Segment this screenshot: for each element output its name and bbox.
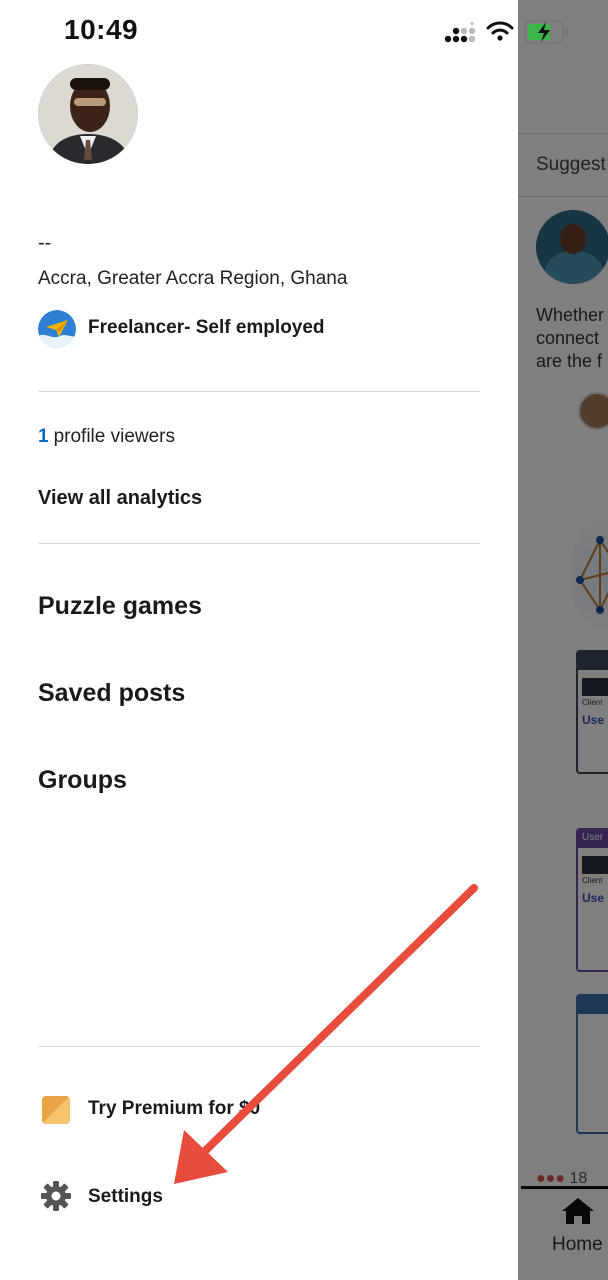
- profile-headline: --: [38, 232, 52, 254]
- menu-item-groups[interactable]: Groups: [38, 766, 127, 795]
- menu-item-puzzle-games[interactable]: Puzzle games: [38, 592, 202, 621]
- profile-viewers-count: 1: [38, 426, 49, 447]
- status-time: 10:49: [64, 14, 139, 45]
- profile-drawer: 10:49 -- Accra, Greater Accra Region, Gh…: [0, 0, 518, 1280]
- try-premium-link[interactable]: Try Premium for $0: [88, 1098, 260, 1120]
- section-divider: [38, 1046, 480, 1047]
- view-all-analytics-link[interactable]: View all analytics: [38, 487, 202, 510]
- cellular-signal-icon: [444, 22, 476, 43]
- profile-location: Accra, Greater Accra Region, Ghana: [38, 268, 348, 289]
- premium-icon: [42, 1096, 70, 1124]
- drawer-scrim[interactable]: [518, 0, 608, 1280]
- settings-button[interactable]: Settings: [88, 1186, 163, 1208]
- gear-icon: [41, 1181, 71, 1211]
- profile-viewers-label: profile viewers: [53, 426, 176, 447]
- paper-plane-logo-icon: [38, 310, 76, 348]
- profile-avatar[interactable]: [38, 64, 138, 164]
- section-divider: [38, 543, 480, 544]
- menu-item-saved-posts[interactable]: Saved posts: [38, 679, 185, 708]
- section-divider: [38, 391, 480, 392]
- profile-viewers[interactable]: 1 profile viewers: [38, 426, 175, 448]
- wifi-icon: [486, 21, 514, 41]
- profile-company[interactable]: Freelancer- Self employed: [88, 317, 325, 339]
- battery-charging-icon: [524, 20, 568, 44]
